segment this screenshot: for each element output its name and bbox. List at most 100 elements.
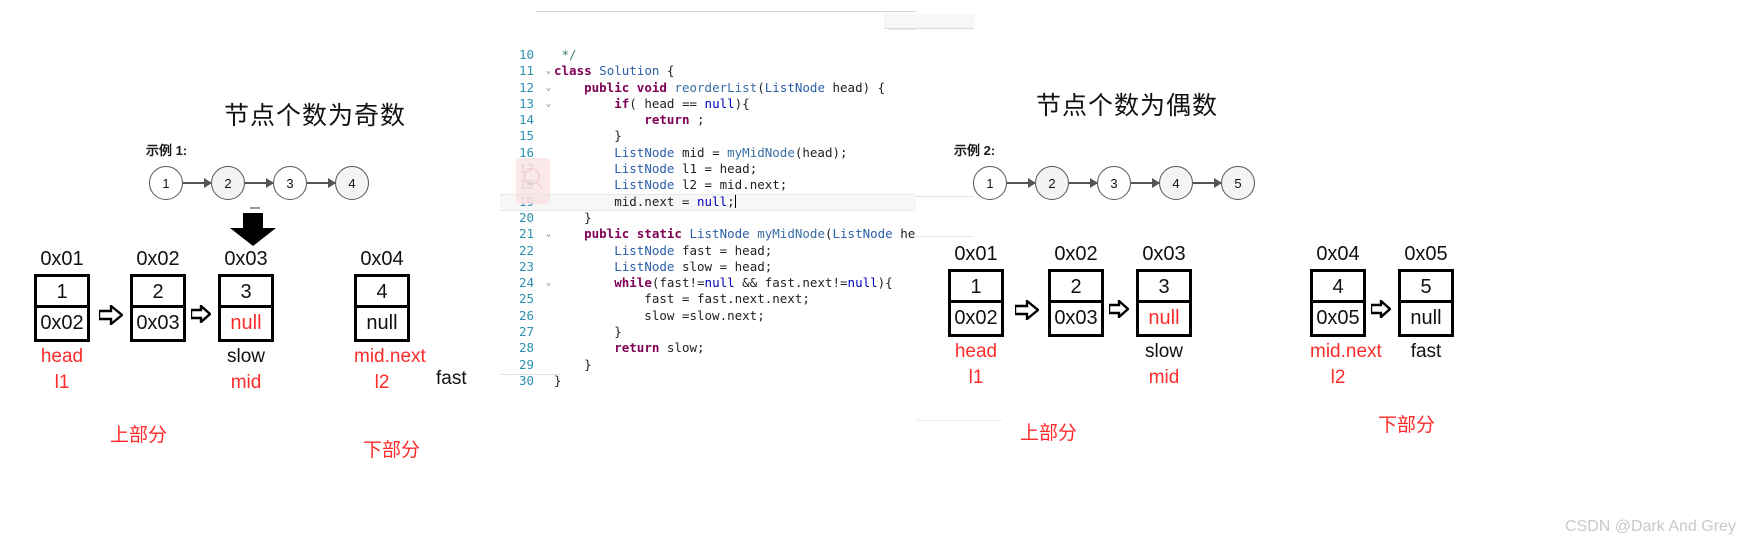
memory-node: 0x04 4 null mid.next l2	[354, 248, 426, 394]
code-text: */	[554, 47, 577, 62]
node-value: 3	[221, 277, 271, 308]
line-number: 23	[518, 258, 534, 274]
memory-node: 0x02 2 0x03	[130, 248, 186, 346]
node-label-primary: slow	[1144, 341, 1183, 362]
node-value: 1	[951, 272, 1001, 303]
code-text: ListNode l2 = mid.next;	[614, 177, 788, 193]
memory-node: 0x01 1 0x02 head l1	[34, 248, 90, 394]
pointer-arrow-icon	[1371, 300, 1393, 322]
code-editor[interactable]: 10 */11 ⌄ class Solution {12 ⌄ public void …	[500, 0, 916, 395]
node-next: null	[1148, 307, 1180, 329]
code-line[interactable]: 14 return ;	[500, 112, 916, 128]
node-label-primary: mid.next	[354, 346, 426, 367]
code-line[interactable]: 27 }	[500, 324, 916, 340]
node-address: 0x01	[954, 243, 998, 265]
line-number: 25	[518, 291, 534, 307]
odd-count-panel: 节点个数为奇数 示例 1: 1 2 3 4 0x01 1 0x02 head l…	[0, 0, 500, 558]
node-label-secondary: l2	[1330, 367, 1346, 388]
node-address: 0x03	[1142, 243, 1186, 265]
chain-arrow-icon	[245, 178, 274, 188]
code-line[interactable]: 24 ⌄ while(fast!=null && fast.next!=null)…	[500, 275, 916, 291]
code-line[interactable]: 13 ⌄ if( head == null){	[500, 96, 916, 112]
lower-part-label-odd: 下部分	[363, 440, 421, 461]
code-line[interactable]: 20 }	[500, 210, 916, 226]
node-label-primary: head	[954, 341, 998, 362]
code-text: return slow;	[614, 340, 705, 356]
node-value: 3	[1139, 272, 1189, 303]
code-line[interactable]: 10 */	[500, 47, 916, 63]
line-number: 20	[518, 209, 534, 225]
fold-toggle-icon[interactable]: ⌄	[543, 275, 554, 291]
editor-line-divider-top	[500, 194, 912, 195]
fold-toggle-icon[interactable]: ⌄	[543, 226, 554, 242]
line-number: 30	[518, 372, 534, 388]
node-next: null	[230, 312, 262, 334]
pointer-arrow-icon	[191, 305, 213, 327]
line-number: 12	[518, 79, 534, 95]
code-line[interactable]: 26 slow =slow.next;	[500, 308, 916, 324]
code-line[interactable]: 23 ListNode slow = head;	[500, 259, 916, 275]
code-line[interactable]: 11 ⌄ class Solution {	[500, 63, 916, 79]
node-address: 0x01	[40, 248, 84, 270]
node-value: 4	[357, 277, 407, 308]
node-box: 2 0x03	[130, 274, 186, 342]
node-address: 0x02	[136, 248, 180, 270]
line-number: 27	[518, 324, 534, 340]
pointer-arrow-icon	[99, 305, 123, 327]
fast-pointer-label: fast	[436, 368, 467, 389]
code-text: class Solution {	[554, 63, 675, 79]
node-value: 1	[37, 277, 87, 308]
node-label-primary: head	[40, 346, 84, 367]
code-text: ListNode mid = myMidNode(head);	[614, 144, 848, 160]
node-box: 4 null	[354, 274, 410, 342]
code-line[interactable]: 16 ListNode mid = myMidNode(head);	[500, 145, 916, 161]
node-value: 2	[133, 277, 183, 308]
code-line[interactable]: 30}	[500, 373, 916, 389]
chain-arrow-icon	[307, 178, 336, 188]
chain-node-2: 2	[211, 166, 245, 200]
node-next: 0x03	[1054, 307, 1098, 329]
fold-toggle-icon[interactable]: ⌄	[543, 80, 554, 96]
node-box: 4 0x05	[1310, 269, 1366, 337]
code-text: ListNode l1 = head;	[614, 161, 758, 177]
code-line[interactable]: 22 ListNode fast = head;	[500, 243, 916, 259]
code-line[interactable]: 28 return slow;	[500, 340, 916, 356]
node-value: 4	[1313, 272, 1363, 303]
code-line[interactable]: 12 ⌄ public void reorderList(ListNode hea…	[500, 80, 916, 96]
editor-code-body[interactable]: 10 */11 ⌄ class Solution {12 ⌄ public void …	[500, 47, 916, 389]
node-address: 0x04	[360, 248, 404, 270]
node-label-secondary: mid	[230, 372, 262, 393]
example-label-1: 示例 1:	[146, 143, 188, 158]
node-address: 0x05	[1404, 243, 1448, 265]
code-text: ListNode fast = head;	[614, 242, 773, 258]
code-line[interactable]: 21 ⌄ public static ListNode myMidNode(Lis…	[500, 226, 916, 242]
node-address: 0x02	[1054, 243, 1098, 265]
example-label-2: 示例 2:	[954, 143, 996, 158]
linked-list-chain-even: 1 2 3 4 5	[973, 166, 1255, 200]
memory-node: 0x04 4 0x05 mid.next l2	[1310, 243, 1382, 389]
fold-toggle-icon[interactable]: ⌄	[543, 63, 554, 79]
code-text: ListNode slow = head;	[614, 258, 773, 274]
code-line[interactable]: 17 ListNode l1 = head;	[500, 161, 916, 177]
code-text: mid.next = null;	[554, 193, 736, 209]
code-line[interactable]: 19 mid.next = null;	[500, 193, 916, 210]
code-line[interactable]: 18 ListNode l2 = mid.next;	[500, 177, 916, 193]
node-next: 0x03	[136, 312, 180, 334]
line-number: 14	[518, 112, 534, 128]
node-box: 1 0x02	[948, 269, 1004, 337]
code-line[interactable]: 29 }	[500, 357, 916, 373]
node-box: 1 0x02	[34, 274, 90, 342]
code-line[interactable]: 25 fast = fast.next.next;	[500, 291, 916, 307]
panel-title-odd: 节点个数为奇数	[224, 102, 407, 130]
memory-node-row-even: 0x01 1 0x02 head l1 0x02 2 0x03 0x03 3 n…	[948, 243, 1454, 389]
even-count-panel: 节点个数为偶数 示例 2: 1 2 3 4 5 0x01 1 0x02 head…	[916, 0, 1744, 558]
node-value: 2	[1051, 272, 1101, 303]
node-next: null	[366, 312, 398, 334]
chain-node-1: 1	[973, 166, 1007, 200]
code-line[interactable]: 15 }	[500, 128, 916, 144]
fold-toggle-icon[interactable]: ⌄	[543, 96, 554, 112]
node-box: 3 null	[218, 274, 274, 342]
chain-arrow-icon	[183, 178, 212, 188]
upper-part-label-odd: 上部分	[110, 425, 168, 446]
memory-node: 0x02 2 0x03	[1048, 243, 1104, 341]
